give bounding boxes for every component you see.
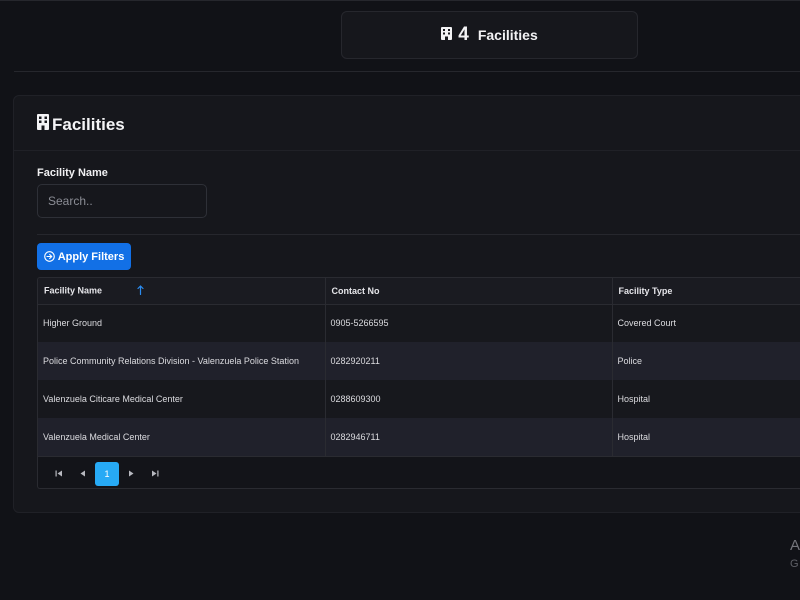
- watermark-line-2: G: [790, 558, 799, 570]
- table-row[interactable]: Valenzuela Citicare Medical Center 02886…: [38, 380, 800, 418]
- last-page-button[interactable]: [143, 462, 167, 486]
- panel-title: Facilities: [52, 114, 125, 134]
- apply-filters-button[interactable]: Apply Filters: [37, 243, 131, 270]
- first-page-button[interactable]: [47, 462, 71, 486]
- column-header-contact-no[interactable]: Contact No: [325, 278, 613, 305]
- cell-facility-type: Hospital: [612, 380, 800, 418]
- table-row[interactable]: Valenzuela Medical Center 0282946711 Hos…: [38, 418, 800, 456]
- cell-facility-name: Valenzuela Medical Center: [38, 418, 326, 456]
- prev-page-icon: [80, 470, 85, 477]
- facilities-panel: Facilities Facility Name Apply Filters: [13, 95, 800, 513]
- apply-filters-label: Apply Filters: [57, 250, 125, 263]
- next-page-button[interactable]: [119, 462, 143, 486]
- arrow-circle-right-icon: [43, 251, 55, 262]
- pagination: 1: [38, 456, 800, 488]
- cell-facility-name: Valenzuela Citicare Medical Center: [38, 380, 326, 418]
- sort-ascending-icon[interactable]: [136, 285, 144, 297]
- facilities-page: 4 Facilities Facilities Facility Name Se…: [0, 0, 800, 600]
- cell-facility-type: Covered Court: [612, 304, 800, 342]
- header-divider: [14, 71, 800, 72]
- cell-contact-no: 0905-5266595: [325, 304, 613, 342]
- building-icon: [37, 114, 49, 135]
- cell-contact-no: 0288609300: [325, 380, 613, 418]
- panel-header-divider: [14, 150, 800, 151]
- first-page-icon: [55, 470, 62, 477]
- table-row[interactable]: Higher Ground 0905-5266595 Covered Court: [38, 304, 800, 342]
- cell-contact-no: 0282920211: [325, 342, 613, 380]
- facility-name-label: Facility Name: [37, 167, 108, 179]
- building-icon: [441, 27, 453, 45]
- table-header-row: Facility Name Contact No Facility Type: [38, 278, 800, 305]
- cell-facility-type: Hospital: [612, 418, 800, 456]
- facility-name-search-input[interactable]: [37, 184, 207, 218]
- filter-divider: [37, 234, 800, 235]
- column-header-facility-type[interactable]: Facility Type: [612, 278, 800, 305]
- cell-contact-no: 0282946711: [325, 418, 613, 456]
- panel-header: Facilities: [37, 114, 125, 135]
- last-page-icon: [152, 470, 159, 477]
- facilities-count-card: 4 Facilities: [341, 11, 638, 59]
- cell-facility-name: Police Community Relations Division - Va…: [38, 342, 326, 380]
- cell-facility-type: Police: [612, 342, 800, 380]
- table-row[interactable]: Police Community Relations Division - Va…: [38, 342, 800, 380]
- column-header-facility-name[interactable]: Facility Name: [38, 278, 326, 305]
- next-page-icon: [129, 470, 134, 477]
- facilities-table: Facility Name Contact No Facility Type H…: [37, 277, 800, 489]
- facilities-count-label: Facilities: [477, 27, 538, 43]
- previous-page-button[interactable]: [71, 462, 95, 486]
- cell-facility-name: Higher Ground: [38, 304, 326, 342]
- top-border: [0, 0, 800, 1]
- watermark-line-1: A: [790, 537, 800, 554]
- page-button-current[interactable]: 1: [95, 461, 119, 486]
- facilities-count: 4: [458, 24, 469, 45]
